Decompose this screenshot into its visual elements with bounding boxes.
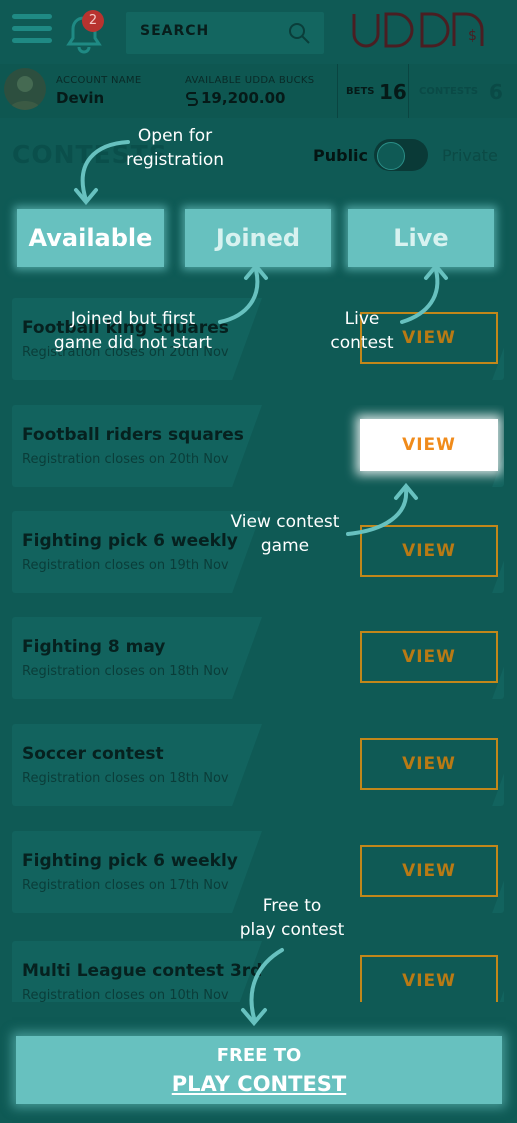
curved-arrow-icon <box>241 948 284 1027</box>
curved-arrow-icon <box>74 140 130 206</box>
tab-live[interactable]: Live <box>348 209 494 267</box>
tab-available[interactable]: Available <box>17 209 164 267</box>
contest-registration-date: Registration closes on 18th Nov <box>22 664 229 679</box>
udda-bucks-icon <box>185 90 199 106</box>
contest-title: Fighting pick 6 weekly <box>22 851 238 871</box>
annotation-live: Live contest <box>330 309 394 353</box>
annotation-joined: Joined but first game did not start <box>53 309 213 353</box>
contest-registration-date: Registration closes on 17th Nov <box>22 878 229 893</box>
view-button[interactable]: VIEW <box>360 631 498 683</box>
svg-text:$: $ <box>468 28 477 44</box>
view-button[interactable]: VIEW <box>360 845 498 897</box>
list-item[interactable]: Soccer contest Registration closes on 18… <box>12 724 504 806</box>
curved-arrow-icon <box>218 262 268 324</box>
public-label[interactable]: Public <box>313 146 368 165</box>
avatar[interactable] <box>4 68 46 110</box>
contest-title: Soccer contest <box>22 744 164 764</box>
notification-badge: 2 <box>82 10 104 32</box>
play-button-line2: PLAY CONTEST <box>171 1072 347 1096</box>
contest-registration-date: Registration closes on 19th Nov <box>22 558 229 573</box>
contest-registration-date: Registration closes on 20th Nov <box>22 452 229 467</box>
contest-title: Fighting pick 6 weekly <box>22 531 238 551</box>
annotation-free: Free to play contest <box>239 896 345 940</box>
bets-count[interactable]: 16 <box>379 80 407 104</box>
divider <box>408 64 409 118</box>
contest-registration-date: Registration closes on 10th Nov <box>22 988 229 1003</box>
view-button[interactable]: VIEW <box>360 955 498 1007</box>
contests-count[interactable]: 6 <box>489 80 503 104</box>
contest-title: Fighting 8 may <box>22 637 166 657</box>
udda-logo: $ <box>352 12 484 48</box>
annotation-view: View contest game <box>230 512 340 556</box>
contest-registration-date: Registration closes on 18th Nov <box>22 771 229 786</box>
search-input[interactable]: SEARCH <box>140 23 209 39</box>
curved-arrow-icon <box>400 262 448 324</box>
account-name: Devin <box>56 89 105 107</box>
tab-joined[interactable]: Joined <box>185 209 331 267</box>
menu-icon[interactable] <box>12 14 52 46</box>
contest-title: Multi League contest 3rd <box>22 961 263 981</box>
view-button[interactable]: VIEW <box>360 738 498 790</box>
bets-label[interactable]: BETS <box>346 86 374 97</box>
contests-label[interactable]: CONTESTS <box>419 86 478 97</box>
account-name-label: ACCOUNT NAME <box>56 75 142 86</box>
public-private-toggle[interactable] <box>374 139 428 171</box>
bucks-value: 19,200.00 <box>201 89 286 107</box>
list-item[interactable]: Football riders squares Registration clo… <box>12 405 504 487</box>
free-to-play-button[interactable]: FREE TO PLAY CONTEST <box>16 1036 502 1104</box>
bucks-label: AVAILABLE UDDA BUCKS <box>185 75 315 86</box>
view-button[interactable]: VIEW <box>360 419 498 471</box>
list-item[interactable]: Fighting 8 may Registration closes on 18… <box>12 617 504 699</box>
search-icon[interactable] <box>287 21 311 45</box>
private-label[interactable]: Private <box>442 146 498 165</box>
play-button-line1: FREE TO <box>216 1045 302 1066</box>
curved-arrow-icon <box>346 482 418 536</box>
contest-title: Football riders squares <box>22 425 244 445</box>
toggle-knob <box>377 142 405 170</box>
divider <box>337 64 338 118</box>
